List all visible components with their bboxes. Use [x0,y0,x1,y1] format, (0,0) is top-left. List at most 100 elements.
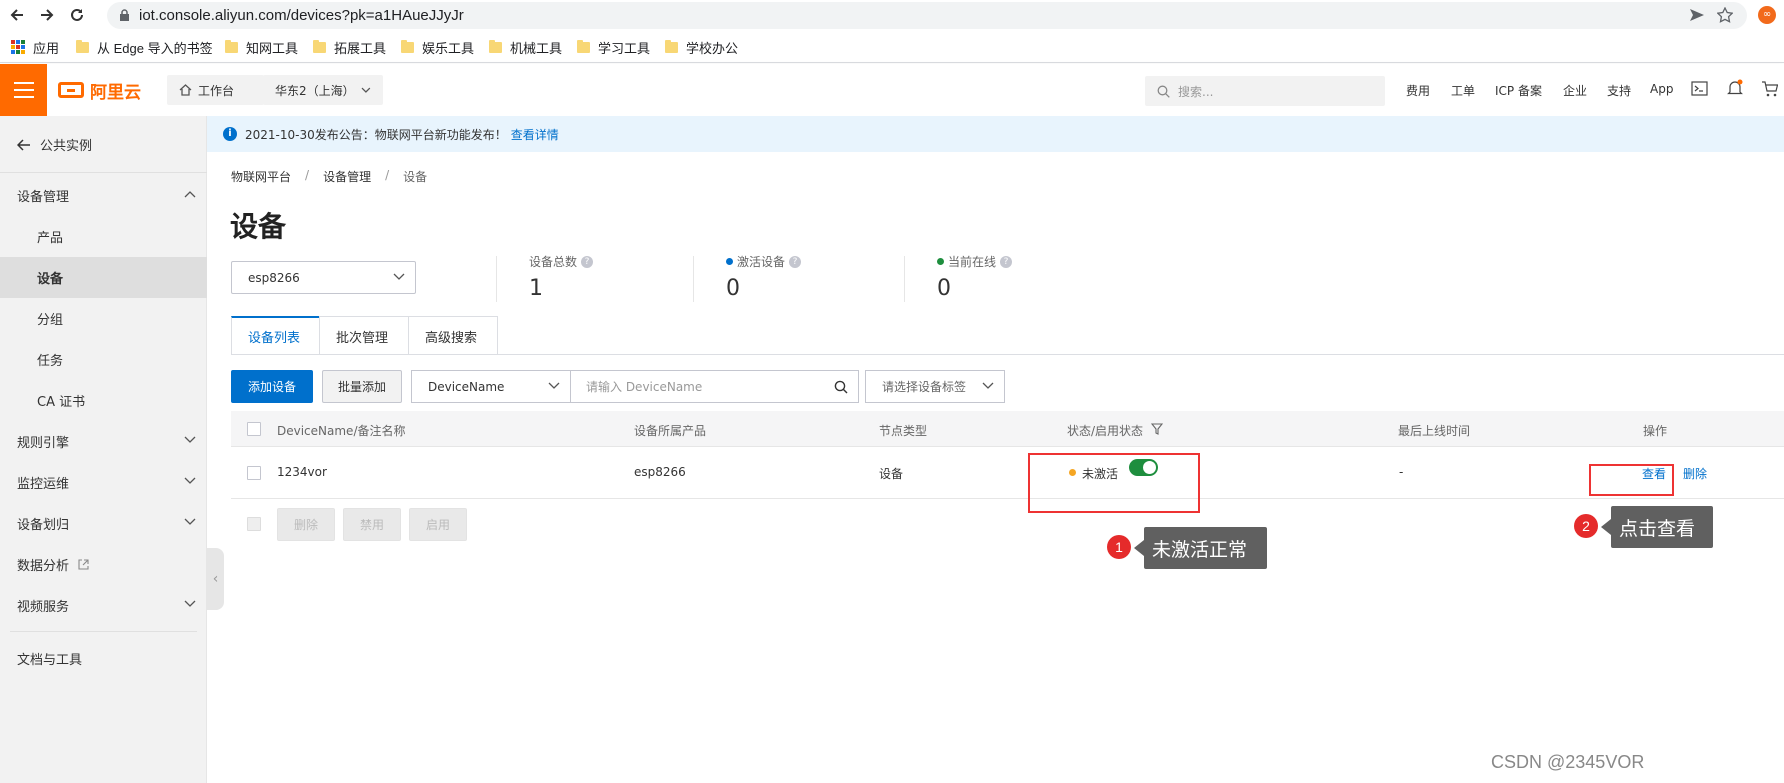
bell-icon[interactable] [1727,79,1743,97]
breadcrumb-iot-platform[interactable]: 物联网平台 [231,168,291,185]
bookmark-mechanical-tools[interactable]: 机械工具 [489,38,562,56]
help-icon[interactable]: ? [581,255,594,268]
back-to-public-instance[interactable]: 公共实例 [0,124,207,165]
search-icon [1157,85,1170,98]
breadcrumb: 物联网平台 / 设备管理 / 设备 [231,168,427,185]
breadcrumb-device-management[interactable]: 设备管理 [323,168,371,185]
sidebar-item-device-management[interactable]: 设备管理 [0,175,207,216]
cart-icon[interactable] [1761,81,1778,97]
add-device-button[interactable]: 添加设备 [231,370,313,403]
chevron-down-icon [548,382,560,389]
search-field-select[interactable]: DeviceName [411,370,571,403]
sidebar-item-ca-cert[interactable]: CA 证书 [0,380,207,421]
sidebar-item-device-assign[interactable]: 设备划归 [0,503,207,544]
app-link[interactable]: App [1650,82,1673,96]
column-header: 设备所属产品 [634,424,707,438]
enterprise-link[interactable]: 企业 [1563,82,1587,99]
sidebar-item-task[interactable]: 任务 [0,339,207,380]
apps-grid-icon [11,40,25,54]
sidebar-item-data-analysis[interactable]: 数据分析 [0,544,207,585]
view-highlight-box [1589,464,1674,496]
bulk-disable-button[interactable]: 禁用 [343,508,401,541]
device-product: esp8266 [634,465,686,479]
chevron-down-icon [184,518,196,525]
bulk-enable-button[interactable]: 启用 [409,508,467,541]
column-header: 最后上线时间 [1398,424,1471,438]
chevron-down-icon [393,273,405,280]
bookmark-apps[interactable]: 应用 [11,38,59,56]
announcement-banner: i 2021-10-30发布公告：物联网平台新功能发布！ 查看详情 [207,116,1784,152]
row-checkbox[interactable] [247,466,261,480]
reload-icon[interactable] [66,4,88,26]
bookmark-cnki-tools[interactable]: 知网工具 [225,38,298,56]
search-icon[interactable] [834,380,848,394]
profile-icon[interactable]: ∞ [1758,6,1776,24]
bulk-select-checkbox[interactable] [247,517,261,531]
lock-icon [120,9,129,21]
workbench-button[interactable]: 工作台 [167,75,264,105]
bookmarks-bar: 应用 从 Edge 导入的书签 知网工具 拓展工具 娱乐工具 机械工具 学习工具… [0,30,1784,63]
divider [0,172,207,173]
batch-add-button[interactable]: 批量添加 [322,370,402,403]
devicename-search-input[interactable]: 请输入 DeviceName [570,370,859,403]
help-icon[interactable]: ? [789,255,802,268]
chevron-up-icon [184,191,196,198]
stat-online-devices: 当前在线? 0 [937,253,1013,301]
region-select[interactable]: 华东2（上海） [263,75,383,105]
icp-link[interactable]: ICP 备案 [1495,82,1542,99]
bookmark-entertainment-tools[interactable]: 娱乐工具 [401,38,474,56]
tab-device-list[interactable]: 设备列表 [231,316,320,355]
terminal-icon[interactable] [1691,81,1708,96]
bookmark-study-tools[interactable]: 学习工具 [577,38,650,56]
select-all-checkbox[interactable] [247,422,261,436]
billing-link[interactable]: 费用 [1406,82,1430,99]
tab-advanced-search[interactable]: 高级搜索 [408,316,498,355]
home-icon [179,84,192,96]
breadcrumb-separator: / [305,168,310,182]
hamburger-menu-icon[interactable] [0,64,47,116]
bookmark-school-office[interactable]: 学校办公 [665,38,738,56]
back-arrow-icon[interactable] [6,4,28,26]
product-select[interactable]: esp8266 [231,261,416,294]
url-text: iot.console.aliyun.com/devices?pk=a1HAue… [139,7,464,24]
star-icon[interactable] [1717,7,1733,23]
tab-batch-management[interactable]: 批次管理 [319,316,409,355]
chevron-down-icon [184,436,196,443]
sidebar-item-product[interactable]: 产品 [0,216,207,257]
ticket-link[interactable]: 工单 [1451,82,1475,99]
announcement-details-link[interactable]: 查看详情 [511,126,559,143]
aliyun-logo[interactable]: 阿里云 [58,78,141,103]
bulk-delete-button[interactable]: 删除 [277,508,335,541]
console-search-input[interactable]: 搜索... [1145,76,1385,106]
annotation-number: 2 [1574,514,1598,538]
help-icon[interactable]: ? [1000,255,1013,268]
delete-link[interactable]: 删除 [1683,465,1707,482]
send-icon[interactable] [1689,8,1705,22]
column-header: 状态/启用状态 [1067,424,1144,438]
stat-value: 1 [529,276,543,301]
browser-toolbar: iot.console.aliyun.com/devices?pk=a1HAue… [0,0,1784,30]
sidebar-item-group[interactable]: 分组 [0,298,207,339]
filter-icon[interactable] [1151,423,1163,435]
forward-arrow-icon[interactable] [36,4,58,26]
sidebar-item-monitoring[interactable]: 监控运维 [0,462,207,503]
sidebar-collapse-handle[interactable]: ‹ [207,548,224,610]
support-link[interactable]: 支持 [1607,82,1631,99]
sidebar-item-rule-engine[interactable]: 规则引擎 [0,421,207,462]
divider [904,256,905,302]
folder-icon [313,39,326,53]
watermark: CSDN @2345VOR [1491,752,1645,772]
folder-icon [401,39,414,53]
sidebar-item-device[interactable]: 设备 [0,257,207,298]
bookmark-edge-import[interactable]: 从 Edge 导入的书签 [76,38,213,56]
stat-total-devices: 设备总数? 1 [529,253,594,301]
annotation-label: 未激活正常 [1134,527,1267,569]
address-bar[interactable]: iot.console.aliyun.com/devices?pk=a1HAue… [107,2,1747,29]
sidebar-item-docs-tools[interactable]: 文档与工具 [0,638,207,679]
bookmark-extension-tools[interactable]: 拓展工具 [313,38,386,56]
divider [496,256,497,302]
sidebar-item-video-service[interactable]: 视频服务 [0,585,207,626]
announcement-text: 2021-10-30发布公告：物联网平台新功能发布！ [245,127,507,142]
device-tag-select[interactable]: 请选择设备标签 [865,370,1005,403]
sidebar: 公共实例 设备管理 产品 设备 分组 任务 CA 证书 规则引擎 监控运维 设备… [0,116,207,783]
